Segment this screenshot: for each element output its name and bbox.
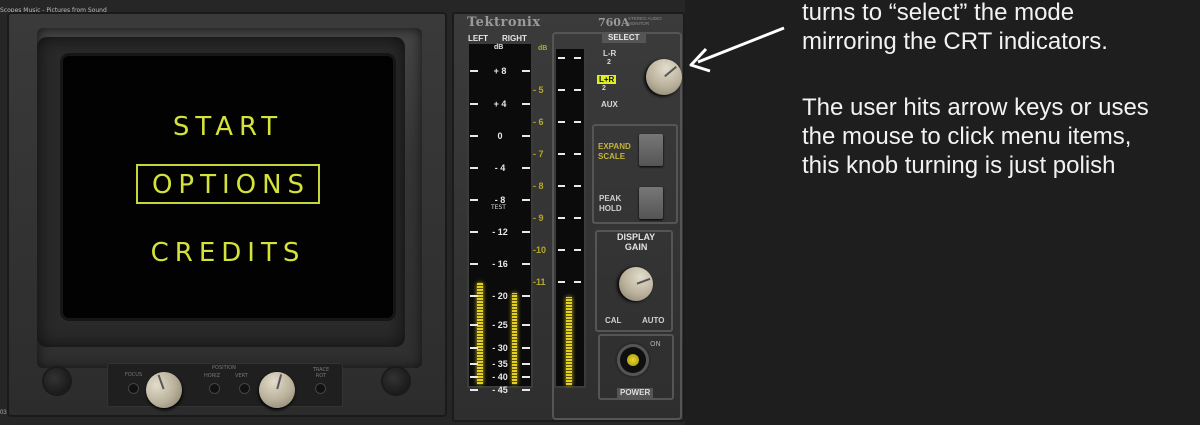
annotation-text-1: turns to “select” the mode mirroring the… (802, 0, 1108, 55)
annotation-arrow-icon (689, 26, 785, 73)
annotation-text-2: The user hits arrow keys or uses the mou… (802, 94, 1149, 179)
stage: Scopes Music - Pictures from Sound 03 ST… (0, 0, 1200, 425)
